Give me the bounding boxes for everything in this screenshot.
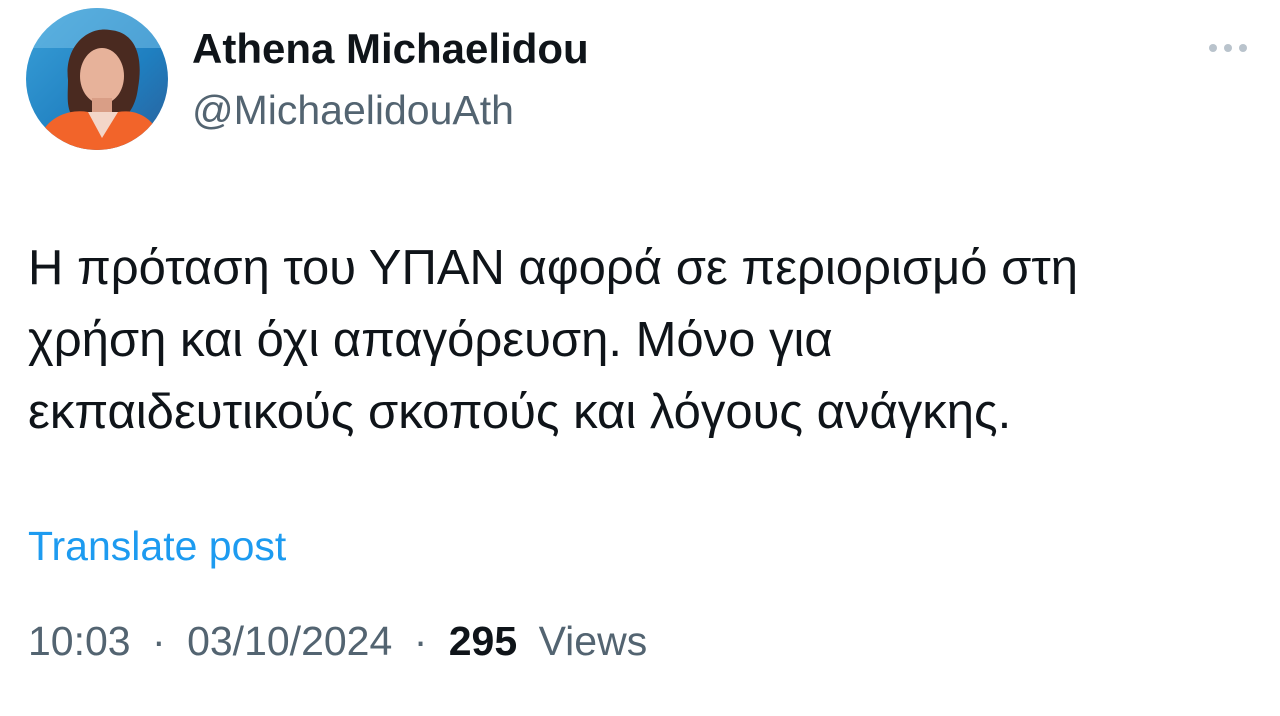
avatar[interactable] bbox=[26, 8, 168, 150]
post-time[interactable]: 10:03 bbox=[28, 618, 131, 664]
avatar-image bbox=[26, 8, 168, 150]
meta-separator: · bbox=[152, 618, 166, 664]
more-options-button[interactable] bbox=[1200, 30, 1256, 66]
post-date[interactable]: 03/10/2024 bbox=[187, 618, 392, 664]
post-text: Η πρόταση του ΥΠΑΝ αφορά σε περιορισμό σ… bbox=[28, 232, 1228, 448]
meta-separator: · bbox=[413, 618, 428, 664]
more-horizontal-icon-dot bbox=[1224, 44, 1232, 52]
views-count: 295 bbox=[448, 618, 518, 664]
translate-post-link[interactable]: Translate post bbox=[28, 520, 286, 572]
more-horizontal-icon bbox=[1209, 44, 1217, 52]
post-metadata: 10:03 · 03/10/2024 · 295 Views bbox=[28, 614, 647, 668]
post-text-line: εκπαιδευτικούς σκοπούς και λόγους ανάγκη… bbox=[28, 385, 1012, 439]
post-text-line: χρήση και όχι απαγόρευση. Μόνο για bbox=[28, 313, 833, 367]
post-text-line: Η πρόταση του ΥΠΑΝ αφορά σε περιορισμό σ… bbox=[28, 241, 1079, 295]
post-container: Athena Michaelidou @MichaelidouAth Η πρό… bbox=[0, 0, 1280, 716]
more-horizontal-icon-dot bbox=[1239, 44, 1247, 52]
author-name[interactable]: Athena Michaelidou bbox=[192, 24, 589, 74]
views-label: Views bbox=[538, 618, 648, 664]
author-handle[interactable]: @MichaelidouAth bbox=[192, 85, 514, 135]
